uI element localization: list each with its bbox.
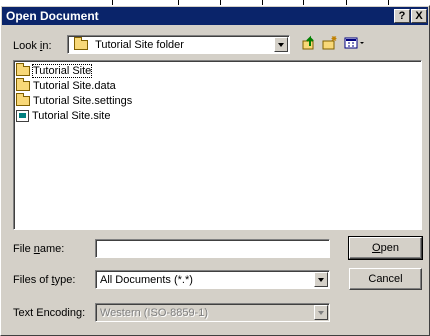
new-folder-icon[interactable]	[321, 35, 339, 51]
folder-icon	[16, 93, 30, 107]
list-item[interactable]: Tutorial Site	[16, 63, 93, 78]
site-file-icon	[16, 110, 29, 123]
list-item[interactable]: Tutorial Site.settings	[16, 93, 132, 108]
file-name-label: File name:	[13, 243, 65, 255]
folder-icon	[16, 63, 30, 77]
list-item[interactable]: Tutorial Site.site	[16, 109, 110, 123]
file-name-field[interactable]	[95, 239, 330, 258]
files-of-type-dropdown-arrow[interactable]	[314, 272, 328, 287]
open-button[interactable]: Open	[348, 236, 423, 260]
look-in-dropdown-arrow[interactable]	[274, 37, 288, 52]
text-encoding-label: Text Encoding:	[13, 307, 86, 319]
text-encoding-combo: Western (ISO-8859-1)	[95, 303, 330, 322]
up-folder-icon[interactable]	[300, 35, 318, 51]
look-in-label: Look in:	[13, 40, 52, 52]
list-item[interactable]: Tutorial Site.data	[16, 78, 116, 93]
dialog-title: Open Document	[6, 9, 99, 23]
folder-icon	[74, 37, 88, 51]
files-of-type-combo[interactable]: All Documents (*.*)	[95, 270, 330, 289]
view-menu-icon[interactable]	[343, 35, 367, 51]
file-list[interactable]: Tutorial Site Tutorial Site.data Tutoria…	[13, 60, 422, 230]
folder-icon	[16, 78, 30, 92]
files-of-type-label: Files of type:	[13, 274, 76, 286]
close-button[interactable]: X	[411, 9, 427, 23]
help-button[interactable]: ?	[394, 9, 410, 23]
title-bar[interactable]: Open Document ? X	[2, 7, 428, 25]
look-in-combo[interactable]: Tutorial Site folder	[67, 35, 290, 54]
text-encoding-dropdown-arrow	[314, 305, 328, 320]
cancel-button[interactable]: Cancel	[349, 268, 422, 290]
open-document-dialog: Open Document ? X Look in: Tutorial Site…	[0, 5, 430, 336]
